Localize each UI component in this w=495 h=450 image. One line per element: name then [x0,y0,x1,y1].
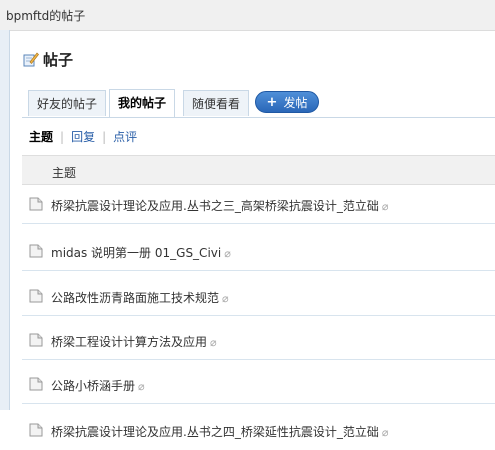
table-row[interactable]: 公路小桥涵手册 ⌀ [22,365,495,404]
plus-icon: + [266,94,278,110]
attachment-icon: ⌀ [222,292,229,305]
post-title: 桥梁工程设计计算方法及应用 [51,335,208,349]
tab-friends-posts[interactable]: 好友的帖子 [28,90,107,116]
tab-label: 我的帖子 [118,96,167,110]
page-header: 帖子 [23,49,73,69]
post-title-link[interactable]: 公路小桥涵手册 ⌀ [51,377,145,394]
subnav-topics[interactable]: 主题 [29,128,53,145]
table-row[interactable]: 公路改性沥青路面施工技术规范 ⌀ [22,277,495,316]
tab-browse[interactable]: 随便看看 [183,90,250,116]
subnav-replies[interactable]: 回复 [71,128,95,145]
post-title-link[interactable]: midas 说明第一册 01_GS_Civi ⌀ [51,244,231,261]
post-title: 桥梁抗震设计理论及应用.丛书之四_桥梁延性抗震设计_范立础 [51,425,379,439]
post-title-link[interactable]: 桥梁抗震设计理论及应用.丛书之四_桥梁延性抗震设计_范立础 ⌀ [51,423,388,440]
table-header: 主题 [22,155,495,185]
separator: | [102,129,107,144]
separator: | [60,129,65,144]
post-title: 公路小桥涵手册 [51,379,136,393]
document-icon [29,244,43,258]
post-title-link[interactable]: 桥梁工程设计计算方法及应用 ⌀ [51,333,217,350]
attachment-icon: ⌀ [381,200,389,213]
tab-label: 随便看看 [192,97,241,111]
attachment-icon: ⌀ [224,247,231,260]
post-title-link[interactable]: 公路改性沥青路面施工技术规范 ⌀ [51,289,229,306]
window-title-bar: bpmftd的帖子 [0,0,495,31]
table-row[interactable]: 桥梁工程设计计算方法及应用 ⌀ [22,321,495,360]
attachment-icon: ⌀ [210,336,217,349]
tabs-divider [22,117,495,118]
document-icon [29,197,43,211]
tab-label: 好友的帖子 [37,97,98,111]
sub-navigation: 主题 | 回复 | 点评 [29,128,137,145]
column-header-topic: 主题 [52,166,77,180]
table-row[interactable]: 桥梁抗震设计理论及应用.丛书之三_高架桥梁抗震设计_范立础 ⌀ [22,185,495,224]
document-icon [29,377,43,391]
document-icon [29,423,43,437]
subnav-comments[interactable]: 点评 [113,128,137,145]
left-sidebar-strip [0,30,10,410]
post-title: 公路改性沥青路面施工技术规范 [51,291,220,305]
document-icon [29,289,43,303]
post-title: 桥梁抗震设计理论及应用.丛书之三_高架桥梁抗震设计_范立础 [51,199,379,213]
pencil-notebook-icon [23,52,39,67]
attachment-icon: ⌀ [138,380,145,393]
table-row[interactable]: 桥梁抗震设计理论及应用.丛书之四_桥梁延性抗震设计_范立础 ⌀ [22,411,495,450]
window-title: bpmftd的帖子 [6,9,86,23]
page-title: 帖子 [43,50,74,69]
post-title-link[interactable]: 桥梁抗震设计理论及应用.丛书之三_高架桥梁抗震设计_范立础 ⌀ [51,197,388,214]
new-post-button[interactable]: + 发帖 [255,91,319,113]
tab-my-posts[interactable]: 我的帖子 [109,89,176,117]
document-icon [29,333,43,347]
attachment-icon: ⌀ [381,426,389,439]
post-title: midas 说明第一册 01_GS_Civi [51,246,222,260]
table-row[interactable]: midas 说明第一册 01_GS_Civi ⌀ [22,232,495,271]
new-post-label: 发帖 [283,95,308,110]
